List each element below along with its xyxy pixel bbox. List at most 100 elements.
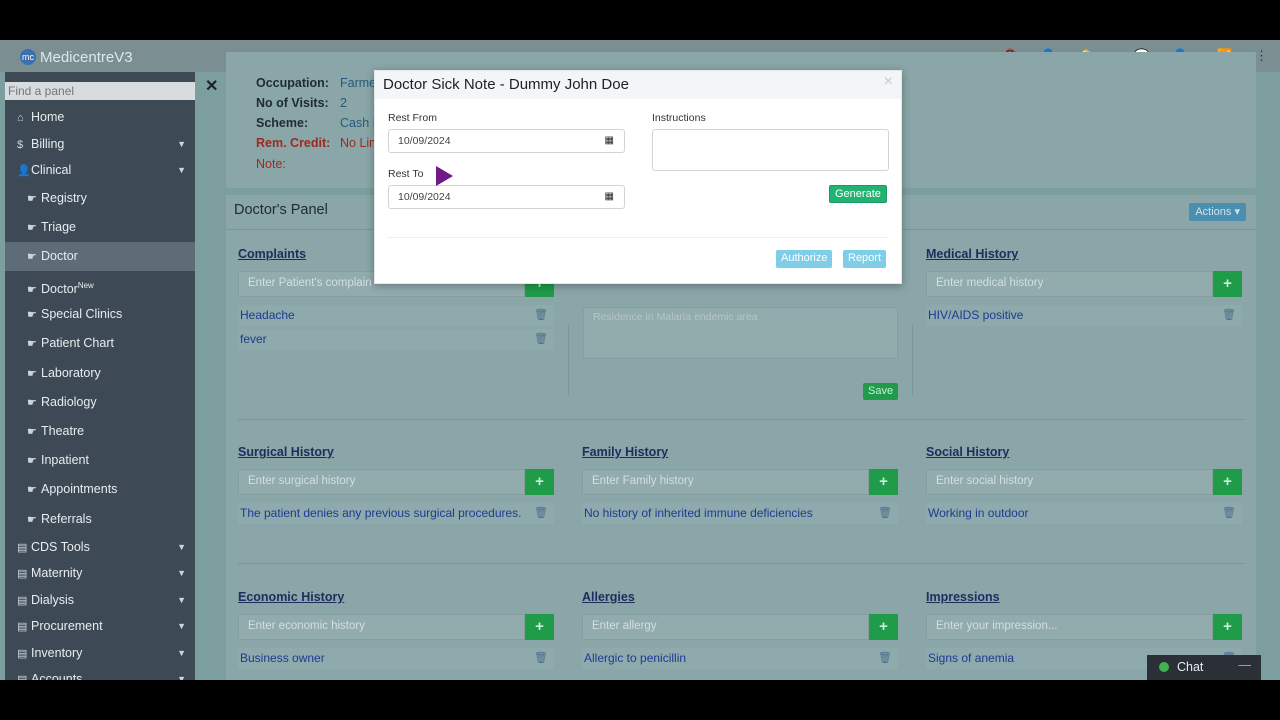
- sidebar-item-label: Patient Chart: [41, 336, 114, 351]
- input-row: Enter surgical history +: [238, 469, 554, 495]
- visits-value: 2: [340, 96, 347, 110]
- actions-dropdown-button[interactable]: Actions ▾: [1189, 203, 1246, 221]
- sidebar-item-maternity[interactable]: ▤ Maternity ▼: [5, 560, 195, 587]
- list-item-text: HIV/AIDS positive: [928, 308, 1024, 322]
- add-icon[interactable]: +: [525, 614, 554, 640]
- add-icon[interactable]: +: [869, 469, 898, 495]
- surgical-input[interactable]: Enter surgical history: [238, 469, 525, 495]
- app-logo[interactable]: mc MedicentreV3: [20, 47, 133, 67]
- sidebar-item-dialysis[interactable]: ▤ Dialysis ▼: [5, 587, 195, 614]
- sidebar-item-procurement[interactable]: ▤ Procurement ▼: [5, 613, 195, 640]
- instructions-label: Instructions: [652, 112, 706, 124]
- list-item: Business owner 🗑: [238, 648, 554, 669]
- close-icon[interactable]: ✕: [205, 76, 218, 96]
- middle-notes-textarea[interactable]: Residence in Malaria endemic area: [583, 307, 898, 359]
- more-menu-icon[interactable]: ⋮: [1255, 48, 1268, 64]
- chevron-down-icon: ▼: [177, 647, 186, 658]
- sidebar-item-inpatient[interactable]: ☛ Inpatient: [5, 446, 195, 475]
- sidebar-item-triage[interactable]: ☛ Triage: [5, 213, 195, 242]
- add-icon[interactable]: +: [525, 469, 554, 495]
- section-title: Impressions: [926, 590, 1000, 604]
- row-divider: [238, 563, 1244, 564]
- sidebar-item-label: Special Clinics: [41, 307, 123, 322]
- visits-row: No of Visits: 2: [256, 96, 347, 110]
- trash-icon[interactable]: 🗑: [534, 506, 548, 521]
- panel-search-input[interactable]: [5, 82, 195, 100]
- add-icon[interactable]: +: [1213, 614, 1242, 640]
- credit-label: Rem. Credit:: [256, 136, 331, 150]
- minimize-icon[interactable]: —: [1239, 658, 1252, 672]
- sidebar-item-cds-tools[interactable]: ▤ CDS Tools ▼: [5, 534, 195, 561]
- sidebar-item-doctor-new[interactable]: ☛ DoctorNew: [5, 271, 195, 300]
- add-icon[interactable]: +: [1213, 271, 1242, 297]
- sidebar-item-accounts[interactable]: ▤Accounts ▼: [5, 666, 195, 680]
- sidebar-item-label: Maternity: [31, 566, 83, 581]
- trash-icon[interactable]: 🗑: [878, 651, 892, 666]
- panel-title: Doctor's Panel: [234, 202, 328, 218]
- rest-from-date-input[interactable]: 10/09/2024 ▦: [388, 129, 625, 153]
- sidebar-item-label: Laboratory: [41, 365, 101, 380]
- sidebar-item-radiology[interactable]: ☛ Radiology: [5, 388, 195, 417]
- add-icon[interactable]: +: [869, 614, 898, 640]
- authorize-button[interactable]: Authorize: [776, 250, 833, 268]
- building-icon: ▤: [17, 541, 28, 554]
- column-divider: [568, 325, 569, 395]
- list-item: Working in outdoor 🗑: [926, 503, 1242, 524]
- building-icon: ▤: [17, 594, 28, 607]
- social-input[interactable]: Enter social history: [926, 469, 1213, 495]
- trash-icon[interactable]: 🗑: [534, 308, 548, 323]
- hand-point-icon: ☛: [27, 221, 37, 234]
- logo-icon: mc: [20, 49, 36, 65]
- medical-input[interactable]: Enter medical history: [926, 271, 1213, 297]
- modal-close-icon[interactable]: ×: [884, 73, 893, 91]
- impressions-input[interactable]: Enter your impression...: [926, 614, 1213, 640]
- trash-icon[interactable]: 🗑: [1222, 506, 1236, 521]
- sidebar-item-laboratory[interactable]: ☛ Laboratory: [5, 359, 195, 388]
- sidebar-item-theatre[interactable]: ☛ Theatre: [5, 417, 195, 446]
- sidebar-item-billing[interactable]: $ Billing ▼: [5, 131, 195, 158]
- chevron-down-icon: ▼: [177, 541, 186, 552]
- sidebar-item-label: Home: [31, 110, 65, 124]
- sidebar-item-referrals[interactable]: ☛ Referrals: [5, 505, 195, 534]
- trash-icon[interactable]: 🗑: [878, 506, 892, 521]
- family-input[interactable]: Enter Family history: [582, 469, 869, 495]
- instructions-textarea[interactable]: [652, 129, 889, 171]
- save-button[interactable]: Save: [863, 383, 899, 400]
- sidebar-item-clinical[interactable]: 👤Clinical ▼: [5, 157, 195, 184]
- list-item-text: Allergic to penicillin: [584, 651, 687, 665]
- chat-label: Chat: [1177, 660, 1204, 674]
- trash-icon[interactable]: 🗑: [1222, 308, 1236, 323]
- hand-point-icon: ☛: [27, 396, 37, 409]
- calendar-icon[interactable]: ▦: [605, 191, 614, 202]
- sidebar-item-inventory[interactable]: ▤ Inventory ▼: [5, 640, 195, 667]
- list-item-text: Working in outdoor: [928, 506, 1029, 520]
- hand-point-icon: ☛: [27, 513, 37, 526]
- report-button[interactable]: Report: [843, 250, 887, 268]
- trash-icon[interactable]: 🗑: [534, 332, 548, 347]
- sidebar-item-doctor[interactable]: ☛ Doctor: [5, 241, 195, 272]
- trash-icon[interactable]: 🗑: [534, 651, 548, 666]
- economic-input[interactable]: Enter economic history: [238, 614, 525, 640]
- modal-title: Doctor Sick Note - Dummy John Doe: [383, 76, 629, 93]
- generate-button[interactable]: Generate: [829, 185, 887, 203]
- credit-row: Rem. Credit: No Lim: [256, 136, 380, 150]
- sidebar-item-patient-chart[interactable]: ☛ Patient Chart: [5, 329, 195, 358]
- section-title: Economic History: [238, 590, 345, 604]
- sidebar-item-special-clinics[interactable]: ☛ Special Clinics: [5, 300, 195, 329]
- sidebar-item-label: Doctor: [41, 248, 78, 263]
- add-icon[interactable]: +: [1213, 469, 1242, 495]
- allergies-section: Allergies Enter allergy + Allergic to penic…: [582, 590, 898, 669]
- chevron-down-icon: ▼: [177, 621, 186, 632]
- hand-point-icon: ☛: [27, 250, 37, 263]
- hand-point-icon: ☛: [27, 367, 37, 380]
- chat-widget[interactable]: Chat —: [1147, 655, 1261, 680]
- allergies-input[interactable]: Enter allergy: [582, 614, 869, 640]
- sidebar-item-appointments[interactable]: ☛ Appointments: [5, 475, 195, 504]
- building-icon: ▤: [17, 667, 31, 680]
- sidebar-item-home[interactable]: ⌂ Home: [5, 104, 195, 131]
- sidebar-item-registry[interactable]: ☛ Registry: [5, 184, 195, 213]
- calendar-icon[interactable]: ▦: [605, 135, 614, 146]
- rest-to-date-input[interactable]: 10/09/2024 ▦: [388, 185, 625, 209]
- column-divider: [912, 325, 913, 395]
- hand-point-icon: ☛: [27, 484, 37, 497]
